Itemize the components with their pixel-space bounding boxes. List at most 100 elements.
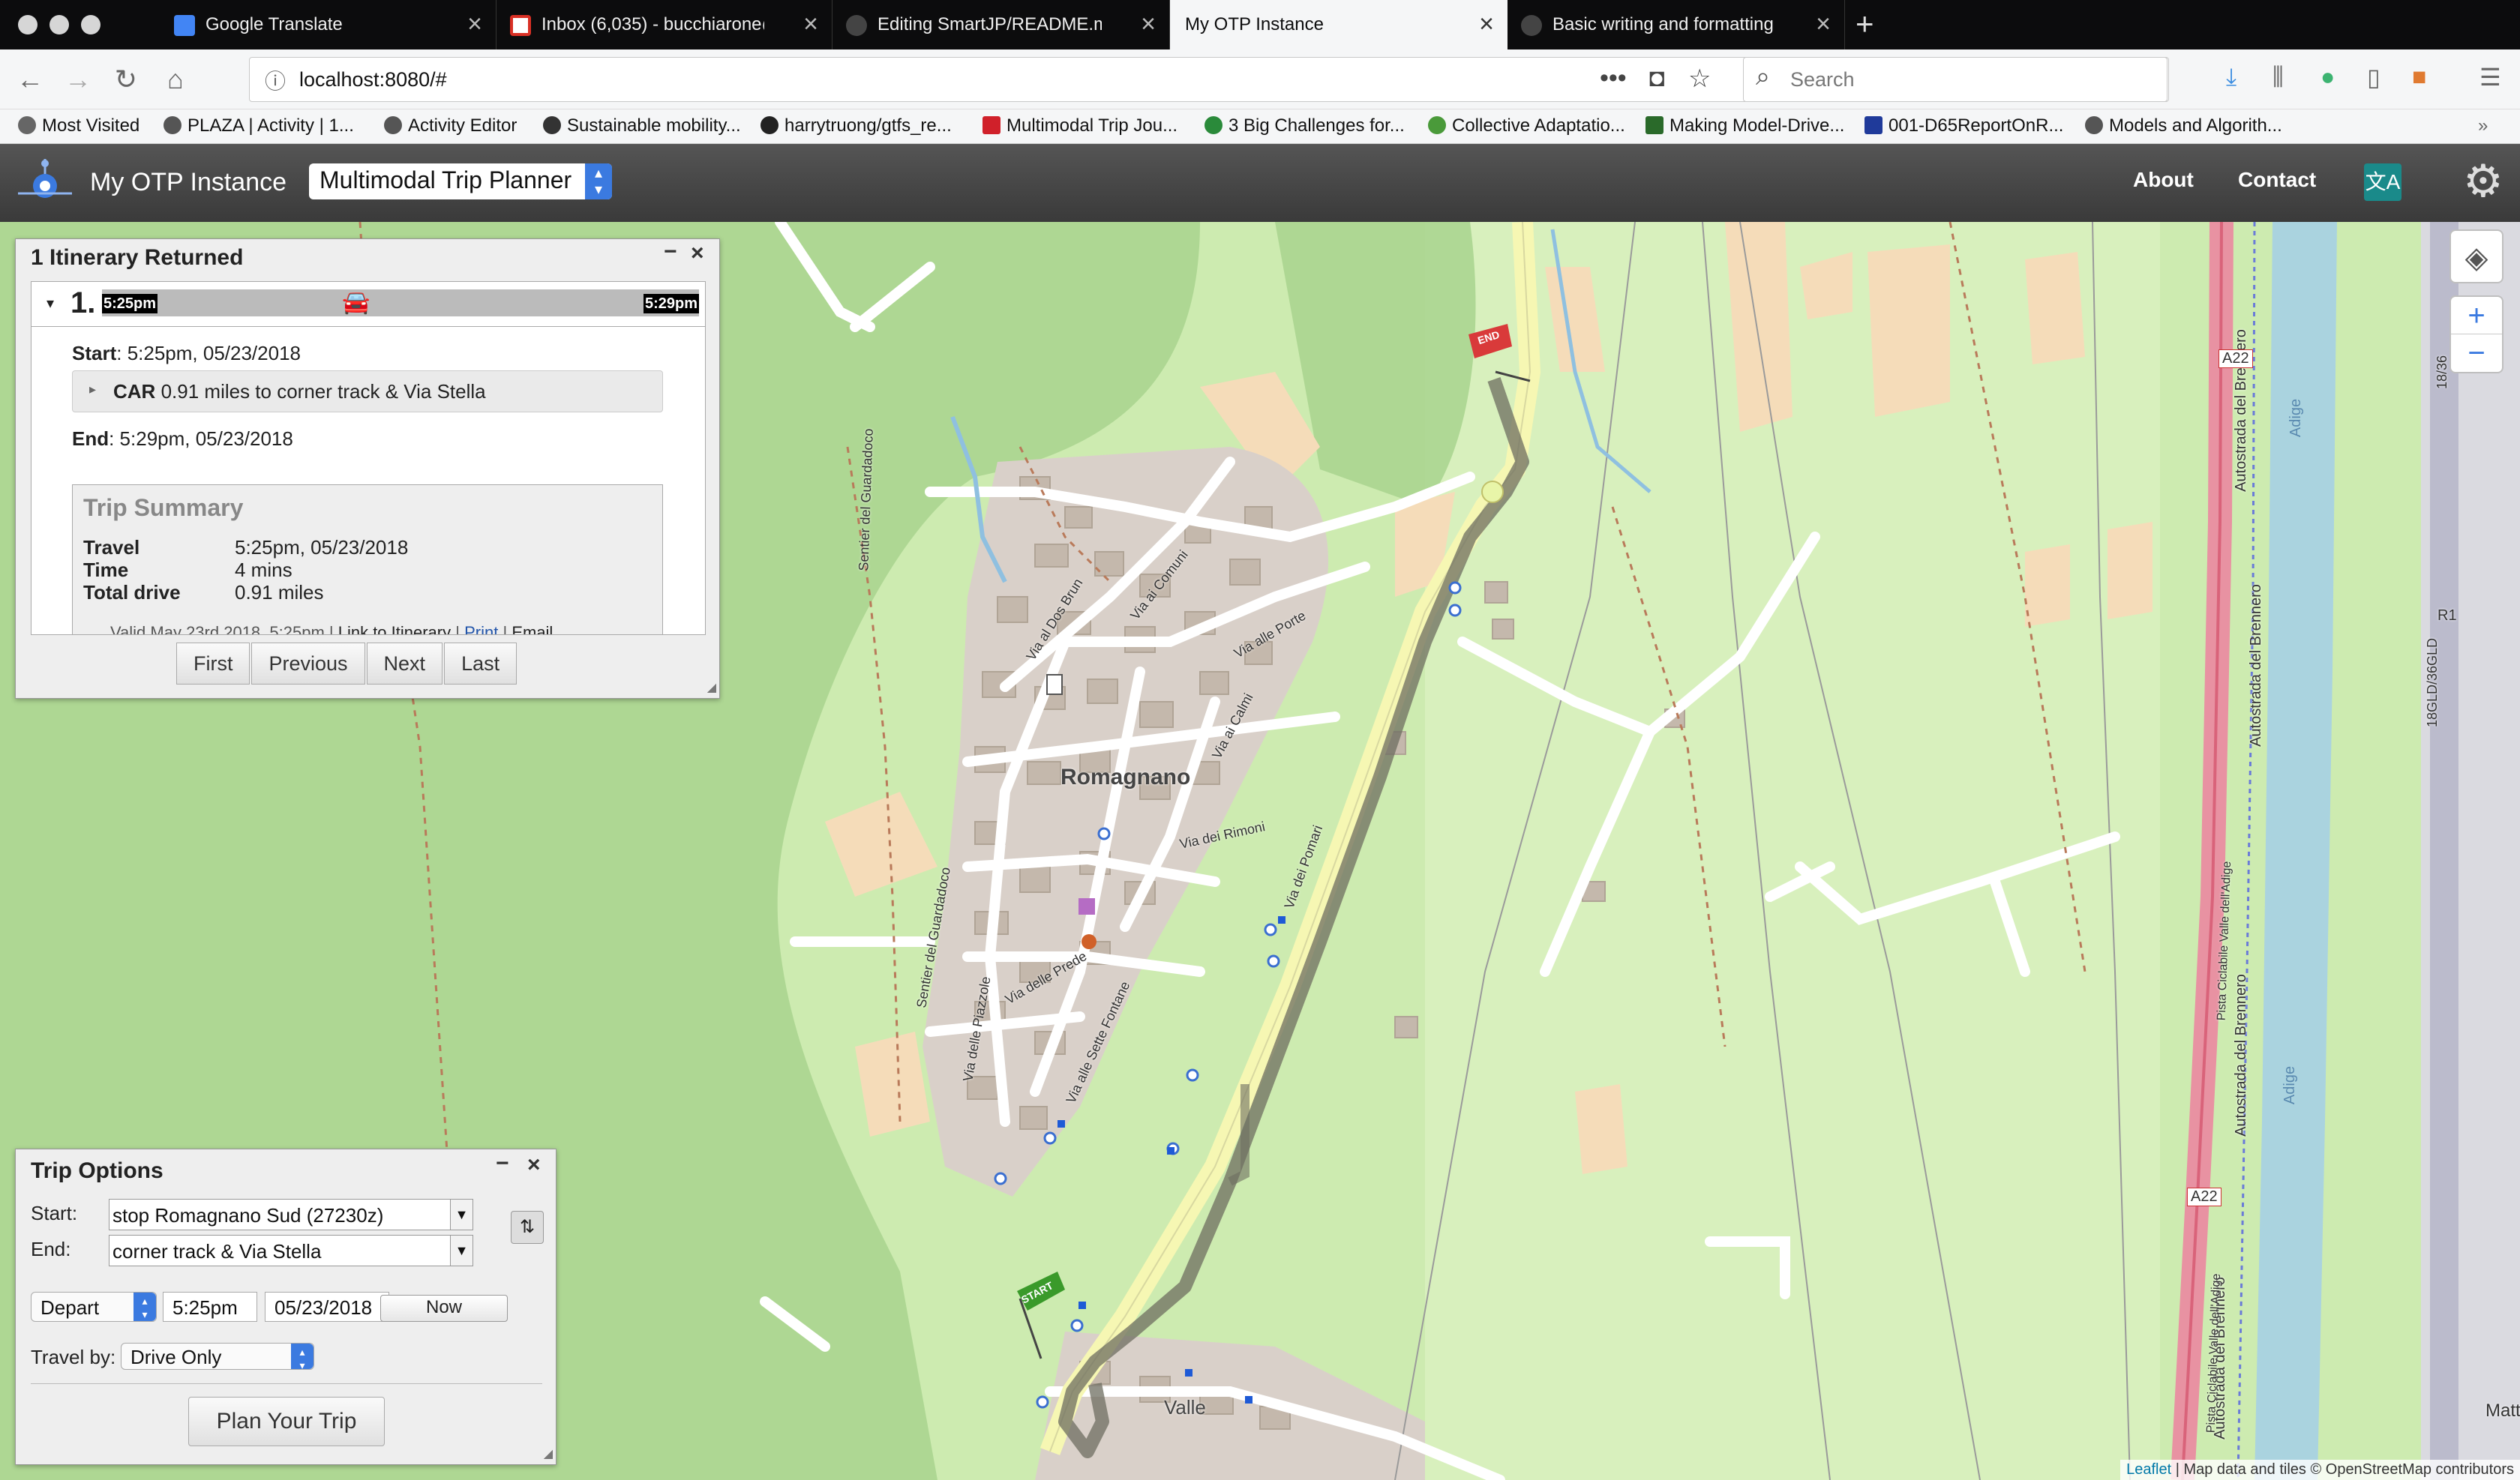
bookmark-sustainable-mobility[interactable]: Sustainable mobility... — [543, 115, 741, 136]
previous-button[interactable]: Previous — [251, 643, 365, 685]
now-button[interactable]: Now — [380, 1295, 508, 1322]
info-icon[interactable]: ⓘ — [265, 65, 286, 95]
search-input[interactable]: ⌕ Search — [1743, 57, 2168, 102]
shop-icon — [1078, 898, 1095, 915]
depart-select[interactable]: Depart ▴ ▾ — [31, 1292, 157, 1322]
leaflet-link[interactable]: Leaflet — [2126, 1461, 2171, 1478]
plan-trip-button[interactable]: Plan Your Trip — [188, 1397, 385, 1446]
close-panel-icon[interactable]: × — [691, 241, 704, 266]
town-label: Romagnano — [1060, 765, 1191, 789]
link-to-itinerary[interactable]: Link to Itinerary — [338, 623, 451, 634]
home-icon[interactable]: ⌂ — [158, 61, 194, 97]
close-window-button[interactable] — [18, 15, 38, 34]
menu-icon[interactable]: ☰ — [2480, 63, 2501, 91]
bookmark-plaza[interactable]: PLAZA | Activity | 1... — [164, 115, 354, 136]
trip-options-title: Trip Options — [31, 1158, 164, 1183]
bookmark-star-icon[interactable]: ☆ — [1688, 64, 1711, 94]
first-button[interactable]: First — [176, 643, 250, 685]
pocket-icon[interactable]: ◘ — [1649, 64, 1665, 93]
tab-basic-writing[interactable]: Basic writing and formatting sy × — [1508, 0, 1845, 49]
leg-description: 0.91 miles to corner track & Via Stella — [160, 380, 486, 403]
minimize-window-button[interactable] — [50, 15, 69, 34]
date-input[interactable]: 05/23/2018 — [265, 1292, 389, 1322]
language-icon[interactable]: 文A — [2364, 163, 2402, 201]
about-link[interactable]: About — [2133, 168, 2194, 192]
tab-title: Editing SmartJP/README.md at — [878, 14, 1102, 34]
minimize-panel-icon[interactable]: − — [496, 1151, 509, 1176]
travel-by-label: Travel by: — [31, 1346, 116, 1368]
close-tab-icon[interactable]: × — [803, 9, 818, 39]
runway-label: R1 — [2438, 607, 2457, 624]
trip-summary: Trip Summary Travel 5:25pm, 05/23/2018 T… — [72, 484, 663, 634]
zoom-in-button[interactable]: + — [2451, 297, 2502, 334]
zoom-out-button[interactable]: − — [2451, 334, 2502, 372]
bookmark-harrytruong[interactable]: harrytruong/gtfs_re... — [760, 115, 952, 136]
resize-handle-icon[interactable]: ◢ — [544, 1446, 553, 1461]
contact-link[interactable]: Contact — [2238, 168, 2316, 192]
email-link[interactable]: Email — [512, 623, 553, 634]
tab-my-otp-instance[interactable]: My OTP Instance × — [1170, 0, 1508, 49]
page-actions-icon[interactable]: ••• — [1600, 64, 1627, 93]
close-panel-icon[interactable]: × — [527, 1152, 541, 1178]
resize-handle-icon[interactable]: ◢ — [707, 680, 716, 695]
tab-google-translate[interactable]: Google Translate × — [160, 0, 496, 49]
start-label: Start — [72, 342, 117, 364]
close-tab-icon[interactable]: × — [1141, 9, 1156, 39]
forward-icon[interactable]: → — [60, 61, 96, 97]
mode-select[interactable]: Multimodal Trip Planner ▴ ▾ — [309, 163, 612, 199]
tab-inbox[interactable]: Inbox (6,035) - bucchiarone@fb × — [496, 0, 832, 49]
travel-by-select[interactable]: Drive Only ▴ ▾ — [121, 1343, 314, 1371]
more-bookmarks-icon[interactable]: » — [2478, 115, 2488, 136]
last-button[interactable]: Last — [444, 643, 518, 685]
itinerary-list: ▾ 1. 5:25pm 🚘 5:29pm Start: 5:25pm, 05/2… — [31, 281, 706, 635]
expand-triangle-icon[interactable]: ▸ — [89, 382, 96, 397]
tab-title: Basic writing and formatting sy — [1552, 14, 1777, 34]
leg-row[interactable]: ▸ CAR 0.91 miles to corner track & Via S… — [72, 370, 663, 412]
reload-icon[interactable]: ↻ — [108, 61, 144, 97]
layers-icon[interactable]: ◈ — [2450, 229, 2504, 283]
dropdown-arrow-icon[interactable]: ▼ — [450, 1200, 472, 1230]
start-location-input[interactable]: stop Romagnano Sud (27230z) ▼ — [109, 1199, 473, 1230]
gear-icon[interactable]: ⚙ — [2463, 159, 2504, 204]
summary-value: 0.91 miles — [235, 581, 324, 604]
tab-editing-readme[interactable]: Editing SmartJP/README.md at × — [832, 0, 1170, 49]
itinerary-header[interactable]: ▾ 1. 5:25pm 🚘 5:29pm — [32, 282, 705, 327]
close-tab-icon[interactable]: × — [1479, 9, 1494, 39]
downloads-icon[interactable]: ⤓ — [2226, 63, 2236, 91]
bookmark-activity-editor[interactable]: Activity Editor — [384, 115, 517, 136]
bookmark-3-big-challenges[interactable]: 3 Big Challenges for... — [1204, 115, 1405, 136]
new-tab-button[interactable]: + — [1856, 6, 1874, 42]
sidebar-icon[interactable]: ▯ — [2367, 63, 2380, 91]
print-link[interactable]: Print — [464, 623, 498, 634]
close-tab-icon[interactable]: × — [1816, 9, 1831, 39]
end-location-input[interactable]: corner track & Via Stella ▼ — [109, 1235, 473, 1266]
start-field-label: Start: — [31, 1202, 78, 1224]
extension-icon[interactable]: ■ — [2412, 63, 2426, 91]
start-time-badge: 5:25pm — [102, 294, 158, 313]
next-button[interactable]: Next — [366, 643, 443, 685]
close-tab-icon[interactable]: × — [467, 9, 482, 39]
trip-summary-heading: Trip Summary — [83, 494, 244, 521]
dropdown-arrow-icon[interactable]: ▼ — [450, 1236, 472, 1266]
maximize-window-button[interactable] — [81, 15, 100, 34]
swap-locations-icon[interactable]: ⇅ — [511, 1211, 544, 1244]
app-title: My OTP Instance — [90, 168, 287, 196]
minimize-panel-icon[interactable]: − — [664, 239, 677, 265]
bookmark-favicon-icon — [1646, 116, 1664, 134]
bookmark-collective-adaptation[interactable]: Collective Adaptatio... — [1428, 115, 1625, 136]
end-field-label: End: — [31, 1238, 71, 1260]
bookmark-d65-report[interactable]: 001-D65ReportOnR... — [1864, 115, 2063, 136]
bookmark-models-algorithms[interactable]: Models and Algorith... — [2085, 115, 2282, 136]
time-input[interactable]: 5:25pm — [163, 1292, 257, 1322]
eu-flag-icon — [1864, 116, 1882, 134]
leg-mode: CAR — [113, 380, 156, 403]
bookmark-making-model-driven[interactable]: Making Model-Drive... — [1646, 115, 1844, 136]
collapse-triangle-icon[interactable]: ▾ — [46, 294, 54, 313]
library-icon[interactable]: ⫼ — [2272, 63, 2284, 91]
select-arrows-icon: ▴ ▾ — [291, 1344, 314, 1371]
back-icon[interactable]: ← — [12, 61, 48, 97]
bookmark-multimodal[interactable]: Multimodal Trip Jou... — [982, 115, 1178, 136]
bookmark-most-visited[interactable]: Most Visited — [18, 115, 140, 136]
grammarly-icon[interactable]: ● — [2320, 63, 2335, 91]
select-arrows-icon: ▴ ▾ — [134, 1293, 156, 1321]
